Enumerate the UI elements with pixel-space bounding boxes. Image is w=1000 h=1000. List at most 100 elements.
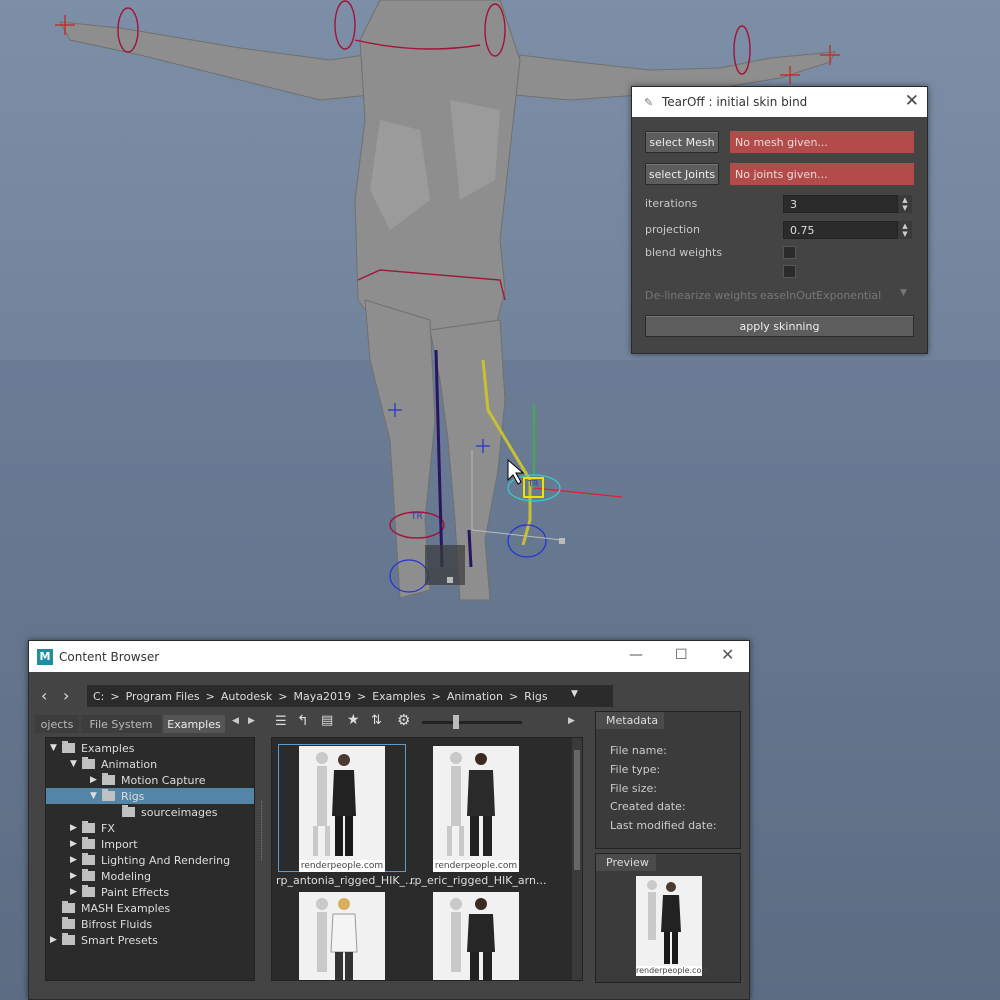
collapsed-arrow-icon[interactable]: ▶ [70,871,82,881]
delinearize-label: De-linearize weights [645,289,758,302]
tree-item[interactable]: MASH Examples [46,900,254,916]
folder-icon [62,901,75,913]
joints-status-field: No joints given... [730,163,914,185]
breadcrumb-item[interactable]: C: [93,690,104,703]
tearoff-titlebar[interactable]: ✎ TearOff : initial skin bind ✕ [632,87,927,117]
file-thumbnail[interactable] [299,892,385,980]
select-joints-button[interactable]: select Joints [645,163,719,185]
tree-item[interactable]: Bifrost Fluids [46,916,254,932]
tree-item[interactable]: ▶ FX [46,820,254,836]
collapsed-arrow-icon[interactable]: ▶ [50,935,62,945]
blend-weights-label: blend weights [645,246,723,259]
blend-weights-checkbox[interactable] [783,246,796,259]
expanded-arrow-icon[interactable]: ▼ [70,759,82,769]
splitter-handle[interactable] [261,801,263,861]
breadcrumb-item[interactable]: Maya2019 [293,690,350,703]
preview-watermark: renderpeople.com [636,966,710,976]
tree-item[interactable]: ▶ Paint Effects [46,884,254,900]
tree-item[interactable]: sourceimages [46,804,254,820]
breadcrumb-dropdown-icon[interactable]: ▼ [571,689,578,699]
preview-tab[interactable]: Preview [596,854,656,871]
folder-icon [82,853,95,865]
file-grid-scrollbar[interactable] [572,738,582,980]
breadcrumb-separator: > [205,689,215,703]
folder-tree[interactable]: ▼ Examples ▼ Animation ▶ Motion Capture ▼ Rigs s… [45,737,255,981]
collapsed-arrow-icon[interactable]: ▶ [70,855,82,865]
content-browser-titlebar[interactable]: M Content Browser — ☐ ✕ [29,641,749,672]
projection-label: projection [645,223,700,236]
minimize-icon[interactable]: — [629,647,643,663]
tree-item-label: FX [101,821,115,835]
file-thumbnail[interactable] [433,892,519,980]
tree-item[interactable]: ▶ Lighting And Rendering [46,852,254,868]
tree-item[interactable]: ▶ Motion Capture [46,772,254,788]
list-view-icon[interactable]: ☰ [275,714,287,729]
tab-examples[interactable]: Examples [163,715,225,733]
collapsed-arrow-icon[interactable]: ▶ [70,823,82,833]
tree-item[interactable]: ▼ Animation [46,756,254,772]
tree-item-label: sourceimages [141,805,218,819]
breadcrumb-item[interactable]: Examples [372,690,425,703]
tree-item[interactable]: ▼ Rigs [46,788,254,804]
tree-item[interactable]: ▶ Smart Presets [46,932,254,948]
file-grid[interactable]: renderpeople.com rp_antonia_rigged_HIK_.… [271,737,583,981]
meta-file-size: File size: [610,782,657,795]
file-thumbnail[interactable]: renderpeople.com [299,746,385,872]
breadcrumb-item[interactable]: Animation [447,690,503,703]
tree-item[interactable]: ▶ Modeling [46,868,254,884]
expanded-arrow-icon[interactable]: ▼ [90,791,102,801]
tab-file-system[interactable]: File System [81,715,161,733]
zoom-slider[interactable] [422,721,522,724]
projection-field[interactable]: 0.75 [783,221,898,239]
folder-icon [102,773,115,785]
zoom-slider-handle[interactable] [453,715,459,729]
metadata-tab[interactable]: Metadata [596,712,664,729]
breadcrumb-item[interactable]: Program Files [126,690,200,703]
collapsed-arrow-icon[interactable]: ▶ [90,775,102,785]
file-caption[interactable]: rp_eric_rigged_HIK_arn... [410,874,546,887]
folder-icon [82,837,95,849]
meta-created-date: Created date: [610,800,686,813]
sort-icon[interactable]: ⇅ [371,713,382,728]
folder-icon [82,885,95,897]
select-mesh-button[interactable]: select Mesh [645,131,719,153]
tab-scroll-left-icon[interactable]: ◀ [232,716,239,726]
tree-item[interactable]: ▼ Examples [46,740,254,756]
back-arrow-icon[interactable]: ‹ [41,686,47,705]
content-browser-window[interactable]: M Content Browser — ☐ ✕ ‹ › C: > Program F… [28,640,750,1000]
apply-skinning-button[interactable]: apply skinning [645,315,914,337]
star-icon[interactable]: ★ [347,712,360,728]
manip-label-right: TR [527,479,539,488]
projection-spinner[interactable]: ▲ ▼ [898,221,912,239]
collapsed-arrow-icon[interactable]: ▶ [70,887,82,897]
up-folder-icon[interactable]: ↰ [297,713,309,729]
secondary-checkbox[interactable] [783,265,796,278]
breadcrumb[interactable]: C: > Program Files > Autodesk > Maya2019 > Examp… [87,685,613,707]
close-icon[interactable]: ✕ [905,91,919,111]
folder-icon [122,805,135,817]
dropdown-arrow-icon[interactable]: ▼ [900,288,907,298]
forward-arrow-icon[interactable]: › [63,686,69,705]
expanded-arrow-icon[interactable]: ▼ [50,743,62,753]
folder-icon [82,869,95,881]
tree-item[interactable]: ▶ Import [46,836,254,852]
collapsed-arrow-icon[interactable]: ▶ [70,839,82,849]
delinearize-dropdown[interactable]: easeInOutExponential [760,289,881,302]
tab-projects[interactable]: ojects [35,715,79,733]
breadcrumb-item[interactable]: Autodesk [221,690,272,703]
iterations-field[interactable]: 3 [783,195,898,213]
gear-icon[interactable]: ⚙ [397,711,410,729]
maximize-icon[interactable]: ☐ [675,647,688,663]
tree-item-label: Animation [101,757,158,771]
toolbar-expand-icon[interactable]: ▶ [568,716,575,726]
new-folder-icon[interactable]: ▤ [321,713,333,728]
iterations-spinner[interactable]: ▲ ▼ [898,195,912,213]
file-watermark: renderpeople.com [299,860,385,872]
tab-scroll-right-icon[interactable]: ▶ [248,716,255,726]
breadcrumb-item[interactable]: Rigs [524,690,547,703]
close-icon[interactable]: ✕ [721,645,734,664]
file-thumbnail[interactable]: renderpeople.com [433,746,519,872]
folder-icon [82,757,95,769]
tearoff-window[interactable]: ✎ TearOff : initial skin bind ✕ select M… [631,86,928,354]
file-caption[interactable]: rp_antonia_rigged_HIK_... [276,874,416,887]
